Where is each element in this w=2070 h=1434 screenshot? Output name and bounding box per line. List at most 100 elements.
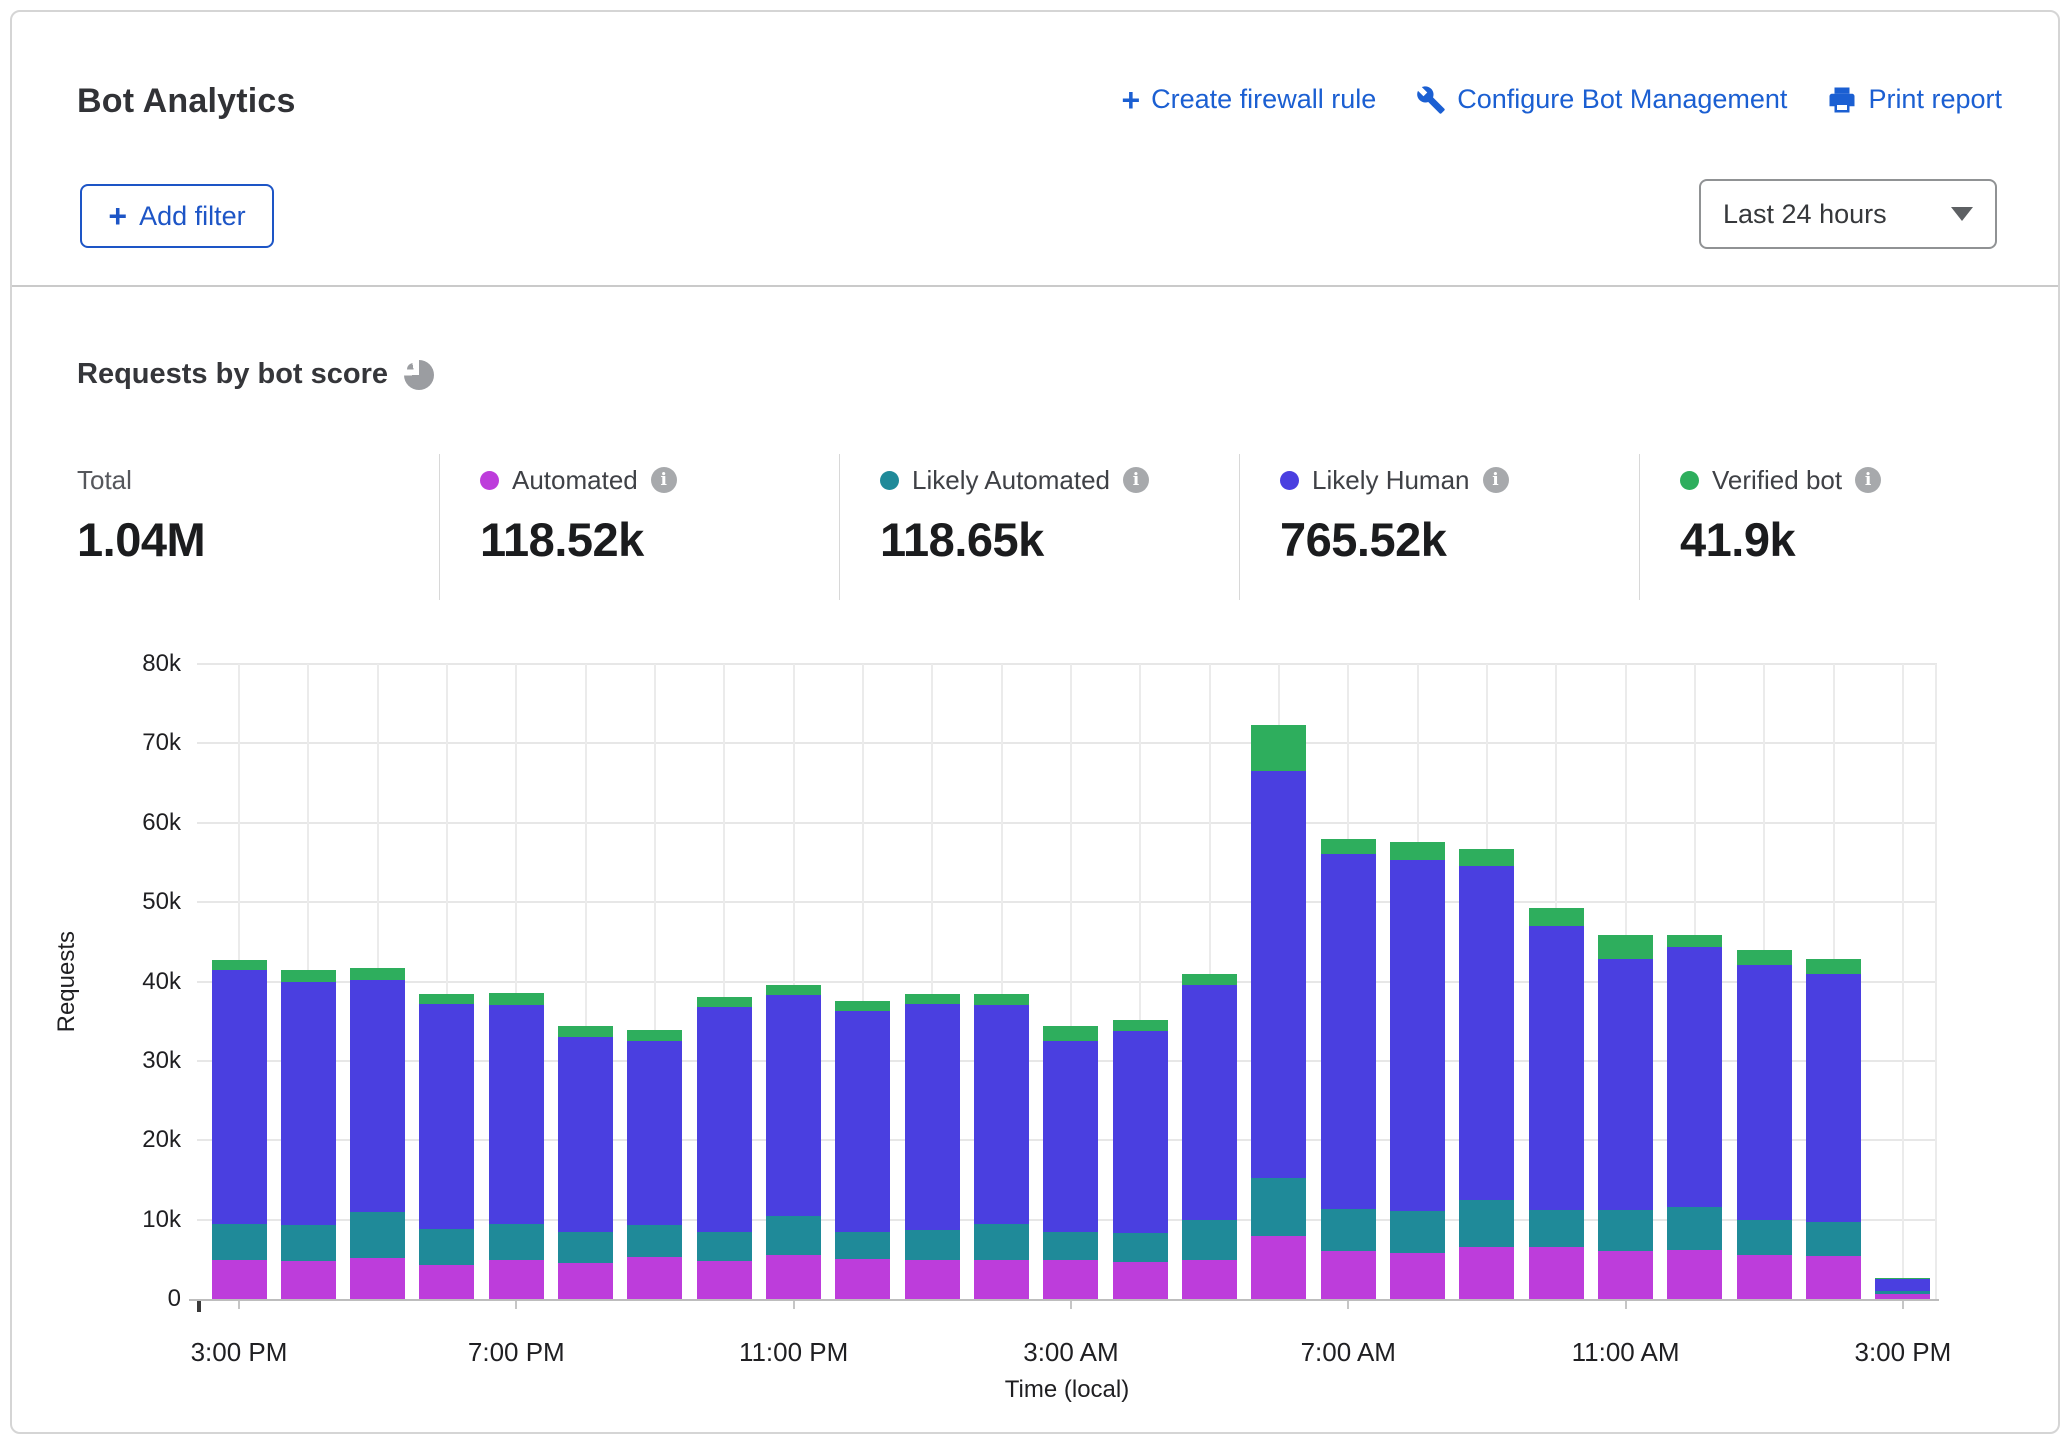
bar-segment-likely-human: [489, 1005, 544, 1224]
stat-likely-automated-label: Likely Automated: [912, 465, 1110, 496]
bar-8-00-am[interactable]: [1390, 664, 1445, 1299]
print-report-link[interactable]: Print report: [1827, 84, 2002, 115]
gridline: [1935, 664, 1937, 1299]
x-tick-mark: [1902, 1301, 1904, 1309]
chevron-down-icon: [1951, 207, 1973, 221]
bar-3-00-am[interactable]: [1043, 664, 1098, 1299]
bar-segment-likely-human: [1598, 959, 1653, 1210]
configure-bot-management-label: Configure Bot Management: [1457, 84, 1787, 115]
bar-segment-likely-automated: [905, 1230, 960, 1260]
bar-segment-verified-bot: [1251, 725, 1306, 771]
info-icon[interactable]: i: [1483, 467, 1509, 493]
verified-bot-legend-dot: [1680, 471, 1699, 490]
bar-segment-likely-human: [1667, 947, 1722, 1207]
bar-segment-automated: [1667, 1250, 1722, 1299]
bar-5-00-am[interactable]: [1182, 664, 1237, 1299]
bar-segment-likely-human: [1182, 985, 1237, 1220]
bar-segment-likely-automated: [835, 1232, 890, 1260]
x-tick-label: 3:00 PM: [149, 1337, 329, 1368]
stat-divider: [1239, 454, 1240, 600]
y-tick-label: 0: [97, 1283, 181, 1315]
info-icon[interactable]: i: [1855, 467, 1881, 493]
bar-6-00-pm[interactable]: [419, 664, 474, 1299]
bar-11-00-pm[interactable]: [766, 664, 821, 1299]
bar-8-00-pm[interactable]: [558, 664, 613, 1299]
bar-segment-verified-bot: [419, 994, 474, 1004]
bar-segment-likely-human: [1737, 965, 1792, 1221]
bar-12-00-pm[interactable]: [1667, 664, 1722, 1299]
bar-segment-automated: [1043, 1260, 1098, 1299]
create-firewall-rule-label: Create firewall rule: [1151, 84, 1376, 115]
bar-6-00-am[interactable]: [1251, 664, 1306, 1299]
bar-segment-likely-human: [419, 1004, 474, 1229]
bar-segment-verified-bot: [1875, 1278, 1930, 1279]
bar-segment-likely-human: [1875, 1279, 1930, 1291]
bar-segment-verified-bot: [1598, 935, 1653, 959]
y-tick-label: 70k: [97, 727, 181, 759]
bar-4-00-pm[interactable]: [281, 664, 336, 1299]
info-icon[interactable]: i: [651, 467, 677, 493]
bar-7-00-pm[interactable]: [489, 664, 544, 1299]
bar-segment-likely-automated: [1043, 1232, 1098, 1261]
stat-verified-bot-label: Verified bot: [1712, 465, 1842, 496]
stat-total: Total 1.04M: [77, 464, 205, 567]
stat-verified-bot[interactable]: Verified bot i 41.9k: [1680, 464, 1881, 567]
bar-10-00-pm[interactable]: [697, 664, 752, 1299]
bar-10-00-am[interactable]: [1529, 664, 1584, 1299]
add-filter-label: Add filter: [139, 201, 246, 232]
bar-segment-likely-human: [766, 995, 821, 1216]
bar-segment-automated: [350, 1258, 405, 1299]
bar-1-00-am[interactable]: [905, 664, 960, 1299]
stat-automated[interactable]: Automated i 118.52k: [480, 464, 677, 567]
bar-segment-automated: [489, 1260, 544, 1299]
bar-segment-likely-automated: [350, 1212, 405, 1258]
stat-divider: [1639, 454, 1640, 600]
bar-2-00-pm[interactable]: [1806, 664, 1861, 1299]
info-icon[interactable]: i: [1123, 467, 1149, 493]
bar-4-00-am[interactable]: [1113, 664, 1168, 1299]
stat-likely-automated[interactable]: Likely Automated i 118.65k: [880, 464, 1149, 567]
bar-segment-automated: [1390, 1253, 1445, 1299]
bar-3-00-pm[interactable]: [1875, 664, 1930, 1299]
add-filter-button[interactable]: + Add filter: [80, 184, 274, 248]
bar-segment-likely-automated: [766, 1216, 821, 1254]
bar-segment-automated: [1251, 1236, 1306, 1300]
bar-2-00-am[interactable]: [974, 664, 1029, 1299]
bar-3-00-pm[interactable]: [212, 664, 267, 1299]
bar-5-00-pm[interactable]: [350, 664, 405, 1299]
bar-7-00-am[interactable]: [1321, 664, 1376, 1299]
plus-icon: +: [108, 202, 127, 230]
bar-segment-likely-human: [281, 982, 336, 1226]
bar-segment-automated: [1806, 1256, 1861, 1299]
bar-segment-verified-bot: [835, 1001, 890, 1011]
bar-segment-automated: [835, 1259, 890, 1299]
bar-segment-verified-bot: [974, 994, 1029, 1004]
bar-1-00-pm[interactable]: [1737, 664, 1792, 1299]
bar-9-00-am[interactable]: [1459, 664, 1514, 1299]
bar-segment-verified-bot: [281, 970, 336, 981]
printer-icon: [1827, 85, 1857, 115]
bar-segment-likely-human: [974, 1005, 1029, 1224]
create-firewall-rule-link[interactable]: + Create firewall rule: [1121, 84, 1376, 115]
bar-segment-verified-bot: [1043, 1026, 1098, 1041]
section-title-text: Requests by bot score: [77, 358, 388, 391]
wrench-icon: [1416, 85, 1446, 115]
bar-segment-likely-automated: [1182, 1220, 1237, 1260]
bar-segment-likely-automated: [281, 1225, 336, 1261]
bar-12-00-am[interactable]: [835, 664, 890, 1299]
y-axis-title: Requests: [49, 664, 85, 1299]
bar-segment-likely-human: [558, 1037, 613, 1232]
x-tick-mark: [515, 1301, 517, 1309]
bar-segment-likely-automated: [1251, 1178, 1306, 1235]
stat-likely-human[interactable]: Likely Human i 765.52k: [1280, 464, 1509, 567]
y-tick-label: 10k: [97, 1204, 181, 1236]
bar-11-00-am[interactable]: [1598, 664, 1653, 1299]
time-range-dropdown[interactable]: Last 24 hours: [1699, 179, 1997, 249]
configure-bot-management-link[interactable]: Configure Bot Management: [1416, 84, 1787, 115]
bar-segment-verified-bot: [766, 985, 821, 995]
x-tick-mark: [1070, 1301, 1072, 1309]
bar-9-00-pm[interactable]: [627, 664, 682, 1299]
time-range-value: Last 24 hours: [1701, 199, 1951, 230]
x-tick-mark: [1347, 1301, 1349, 1309]
x-tick-label: 3:00 PM: [1813, 1337, 1993, 1368]
